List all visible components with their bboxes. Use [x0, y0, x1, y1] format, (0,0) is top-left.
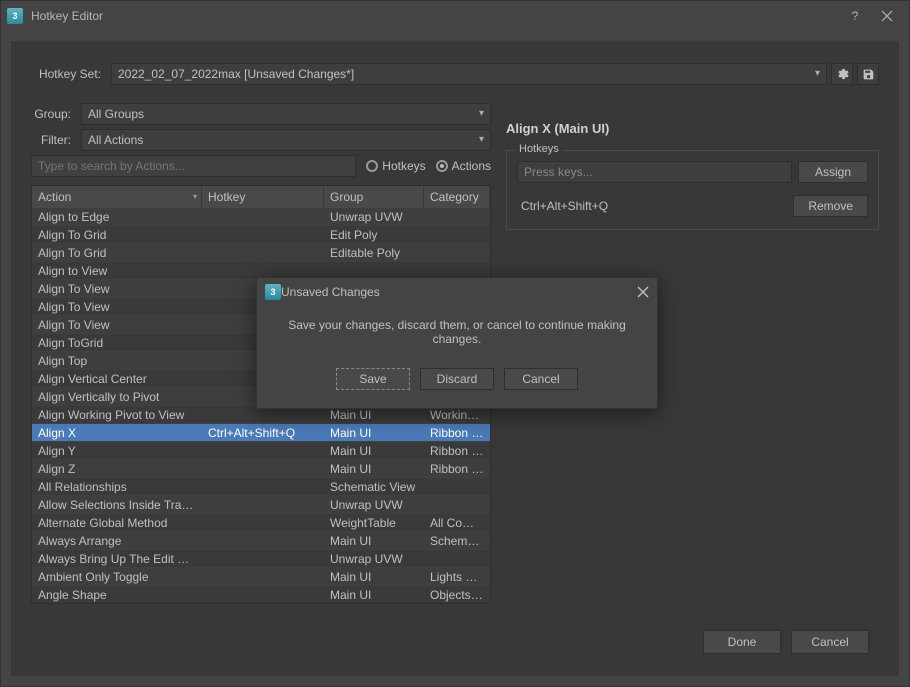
- modal-cancel-button[interactable]: Cancel: [504, 368, 578, 390]
- modal-app-icon: 3: [265, 284, 281, 300]
- modal-save-button[interactable]: Save: [336, 368, 410, 390]
- unsaved-changes-dialog: 3 Unsaved Changes Save your changes, dis…: [256, 277, 658, 409]
- modal-overlay: 3 Unsaved Changes Save your changes, dis…: [0, 0, 910, 687]
- modal-message: Save your changes, discard them, or canc…: [257, 306, 657, 358]
- modal-title: Unsaved Changes: [281, 285, 637, 299]
- modal-discard-button[interactable]: Discard: [420, 368, 494, 390]
- modal-titlebar: 3 Unsaved Changes: [257, 278, 657, 306]
- modal-close-button[interactable]: [637, 286, 649, 298]
